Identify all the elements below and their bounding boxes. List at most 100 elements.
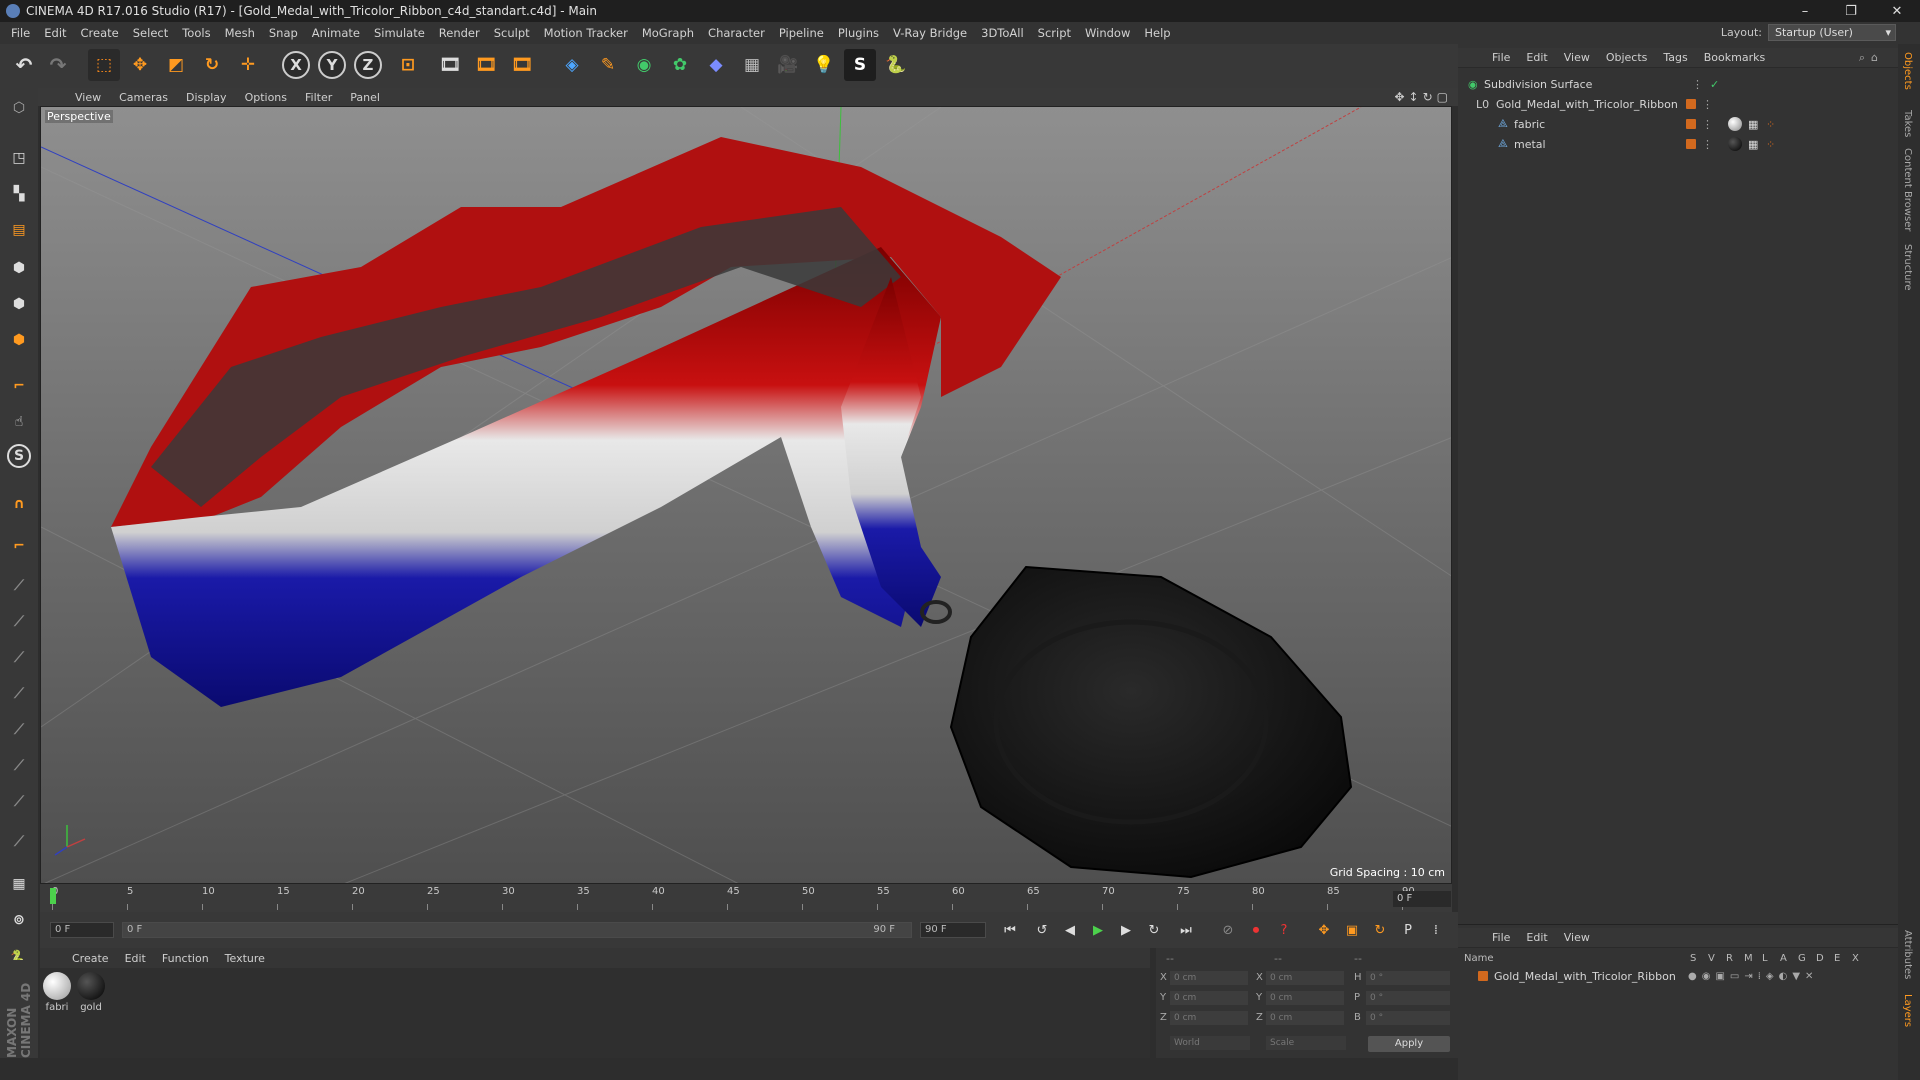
visibility-toggle-icon[interactable]: ⋮ [1702, 98, 1713, 111]
material-tag-fabric-icon[interactable] [1728, 117, 1742, 131]
playhead[interactable] [50, 888, 56, 904]
minimize-button[interactable]: – [1782, 0, 1828, 22]
material-menu-create[interactable]: Create [64, 952, 117, 965]
extra-tag-icon[interactable]: ⁘ [1766, 138, 1775, 151]
tab-layers[interactable]: Layers [1902, 994, 1913, 1027]
rotation-p-field[interactable]: 0 ° [1366, 991, 1450, 1005]
current-frame-field[interactable]: 0 F [1393, 891, 1451, 907]
visibility-toggle-icon[interactable]: ⋮ [1692, 78, 1703, 91]
viewport-navigation-icons[interactable]: ✥↕↻▢ [1394, 90, 1452, 104]
size-z-field[interactable]: 0 cm [1266, 1011, 1344, 1025]
object-menu-file[interactable]: File [1484, 51, 1518, 64]
record-keys-icon[interactable]: ⊘ [1216, 919, 1240, 941]
tab-attributes[interactable]: Attributes [1902, 930, 1913, 979]
viewport-menu-view[interactable]: View [66, 91, 110, 104]
undo-icon[interactable]: ↶ [8, 49, 40, 81]
workplane-mode-icon[interactable]: ▤ [5, 216, 33, 244]
key-rotation-icon[interactable]: ↻ [1368, 919, 1392, 941]
material-tag-gold-icon[interactable] [1728, 137, 1742, 151]
visibility-toggle-icon[interactable]: ⋮ [1702, 118, 1713, 131]
tab-takes[interactable]: Takes [1902, 110, 1913, 137]
step-back-icon[interactable]: ◀ [1058, 919, 1082, 941]
material-fabric[interactable]: fabri [42, 972, 72, 1013]
scale-tool-icon[interactable]: ◩ [160, 49, 192, 81]
cube-primitive-icon[interactable]: ◈ [556, 49, 588, 81]
rotation-b-field[interactable]: 0 ° [1366, 1011, 1450, 1025]
menu-edit[interactable]: Edit [37, 26, 73, 40]
transform-tool-icon[interactable]: ✛ [232, 49, 264, 81]
menu-motion-tracker[interactable]: Motion Tracker [537, 26, 635, 40]
tab-content-browser[interactable]: Content Browser [1902, 148, 1913, 231]
menu-3dtoall[interactable]: 3DToAll [974, 26, 1031, 40]
menu-create[interactable]: Create [74, 26, 126, 40]
magnet-icon[interactable]: ∩ [5, 490, 33, 518]
sculpt-brush-2-icon[interactable]: ⟋ [5, 608, 33, 636]
axis-mode-icon[interactable]: ⌐ [5, 372, 33, 400]
soft-selection-icon[interactable]: ⊚ [5, 906, 33, 934]
edges-mode-icon[interactable]: ⬢ [5, 290, 33, 318]
menu-plugins[interactable]: Plugins [831, 26, 886, 40]
render-settings-icon[interactable]: 🎞 [506, 49, 538, 81]
uvw-tag-icon[interactable]: ▦ [1748, 138, 1758, 151]
x-axis-lock-button[interactable]: X [282, 51, 310, 79]
object-row-fabric[interactable]: ⟁ fabric ⋮ ▦ ⁘ [1458, 114, 1898, 134]
menu-mesh[interactable]: Mesh [218, 26, 262, 40]
extra-tag-icon[interactable]: ⁘ [1766, 118, 1775, 131]
uvw-tag-icon[interactable]: ▦ [1748, 118, 1758, 131]
floor-icon[interactable]: ▦ [736, 49, 768, 81]
start-frame-field[interactable]: 0 F [50, 922, 114, 938]
material-gold[interactable]: gold [76, 972, 106, 1013]
size-x-field[interactable]: 0 cm [1266, 971, 1344, 985]
vray-icon[interactable]: S [844, 49, 876, 81]
texture-mode-icon[interactable]: ▚ [5, 180, 33, 208]
timeline-ruler[interactable]: 051015202530354045505560657075808590 [40, 884, 1452, 912]
grid-lock-icon[interactable]: ▦ [5, 870, 33, 898]
make-editable-icon[interactable]: ⬡ [5, 94, 33, 122]
apply-button[interactable]: Apply [1368, 1036, 1450, 1052]
layer-color-swatch[interactable] [1686, 139, 1696, 149]
z-axis-lock-button[interactable]: Z [354, 51, 382, 79]
key-scale-icon[interactable]: ▣ [1340, 919, 1364, 941]
visibility-toggle-icon[interactable]: ⋮ [1702, 138, 1713, 151]
layer-color-swatch[interactable] [1478, 971, 1488, 981]
tweak-mode-icon[interactable]: ☝ [5, 408, 33, 436]
subdivision-surface-icon[interactable]: ◉ [628, 49, 660, 81]
coordinate-space-select[interactable]: World [1170, 1036, 1250, 1050]
sculpt-brush-6-icon[interactable]: ⟋ [5, 752, 33, 780]
object-menu-objects[interactable]: Objects [1598, 51, 1656, 64]
cloner-icon[interactable]: ✿ [664, 49, 696, 81]
viewport-menu-display[interactable]: Display [177, 91, 236, 104]
menu-sculpt[interactable]: Sculpt [487, 26, 537, 40]
redo-icon[interactable]: ↷ [42, 49, 74, 81]
object-search-icon[interactable]: ⌕⌂ [1859, 51, 1884, 65]
object-menu-tags[interactable]: Tags [1655, 51, 1695, 64]
menu-select[interactable]: Select [126, 26, 175, 40]
coordinate-system-icon[interactable]: ⊡ [392, 49, 424, 81]
rotate-tool-icon[interactable]: ↻ [196, 49, 228, 81]
menu-vray-bridge[interactable]: V-Ray Bridge [886, 26, 974, 40]
perspective-viewport[interactable]: Perspective Grid Spacing : 10 cm [40, 106, 1452, 884]
play-icon[interactable]: ▶ [1086, 919, 1110, 941]
menu-script[interactable]: Script [1031, 26, 1078, 40]
snap-icon[interactable]: S [7, 444, 31, 468]
go-to-end-icon[interactable]: ⏭ [1174, 919, 1198, 941]
size-y-field[interactable]: 0 cm [1266, 991, 1344, 1005]
keyframe-selection-icon[interactable]: ? [1272, 919, 1296, 941]
viewport-menu-filter[interactable]: Filter [296, 91, 341, 104]
python-icon[interactable]: 🐍 [880, 49, 912, 81]
next-key-icon[interactable]: ↻ [1142, 919, 1166, 941]
previous-key-icon[interactable]: ↺ [1030, 919, 1054, 941]
key-position-icon[interactable]: ✥ [1312, 919, 1336, 941]
menu-animate[interactable]: Animate [305, 26, 367, 40]
render-view-icon[interactable]: 🎞 [434, 49, 466, 81]
frame-range-slider[interactable]: 0 F 90 F [122, 922, 912, 938]
layer-menu-file[interactable]: File [1484, 931, 1518, 944]
move-tool-icon[interactable]: ✥ [124, 49, 156, 81]
menu-help[interactable]: Help [1137, 26, 1177, 40]
layer-color-swatch[interactable] [1686, 119, 1696, 129]
sculpt-brush-3-icon[interactable]: ⟋ [5, 644, 33, 672]
model-mode-icon[interactable]: ◳ [5, 144, 33, 172]
tab-structure[interactable]: Structure [1902, 244, 1913, 291]
rotation-h-field[interactable]: 0 ° [1366, 971, 1450, 985]
light-icon[interactable]: 💡 [808, 49, 840, 81]
